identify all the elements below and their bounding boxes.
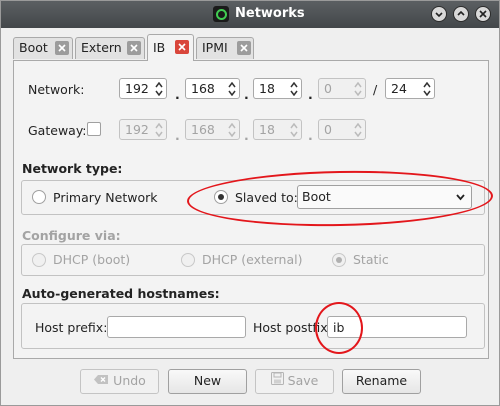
close-icon[interactable] [475,6,491,22]
gateway-octet-3: 18 [253,119,302,140]
hostnames-heading: Auto-generated hostnames: [22,286,220,301]
octet-value: 168 [191,81,215,96]
network-octet-3[interactable]: 18 [253,78,302,99]
maximize-icon[interactable] [453,6,469,22]
network-label: Network: [28,82,85,97]
octet-value: 192 [125,122,149,137]
slaved-to-radio[interactable] [214,190,228,204]
tab-extern[interactable]: Extern [75,37,145,59]
rename-button[interactable]: Rename [342,369,421,394]
host-postfix-label: Host postfix [253,320,328,335]
tab-ipmi[interactable]: IPMI [196,37,254,59]
network-octet-4: 0 [318,78,366,99]
network-type-heading: Network type: [22,161,123,176]
spin-arrows-icon[interactable] [155,82,163,96]
gateway-octet-4: 0 [318,119,366,140]
static-label: Static [353,252,389,267]
tab-ib[interactable]: IB [147,34,194,61]
octet-separator: . [244,87,249,102]
slaved-to-label[interactable]: Slaved to: [235,190,298,205]
octet-value: 0 [324,122,332,137]
spin-arrows-icon[interactable] [290,82,298,96]
undo-button: Undo [80,369,159,394]
spin-arrows-icon [354,123,362,137]
gateway-octet-2: 168 [185,119,240,140]
dhcp-boot-label: DHCP (boot) [53,252,131,267]
network-octet-2[interactable]: 168 [185,78,240,99]
tab-boot[interactable]: Boot [13,37,73,59]
primary-network-label[interactable]: Primary Network [53,190,157,205]
mask-value: 24 [391,81,407,96]
tab-label: IB [153,40,166,55]
spin-arrows-icon [228,123,236,137]
spin-arrows-icon [290,123,298,137]
rename-label: Rename [355,373,408,388]
minimize-icon[interactable] [431,6,447,22]
tab-label: IPMI [202,40,228,55]
slaved-to-select[interactable]: Boot [297,185,472,209]
gateway-octet-1: 192 [119,119,167,140]
octet-separator: . [308,87,313,102]
new-label: New [193,373,222,388]
configure-via-heading: Configure via: [22,228,121,243]
qt-app-icon [213,6,229,22]
spin-arrows-icon [354,82,362,96]
dhcp-external-label: DHCP (external) [202,252,303,267]
spin-arrows-icon [155,123,163,137]
octet-separator: . [244,128,249,143]
octet-value: 18 [259,81,275,96]
new-button[interactable]: New [168,369,247,394]
save-icon [270,370,284,392]
octet-value: 18 [259,122,275,137]
backspace-icon [93,370,109,392]
tab-close-icon[interactable] [55,41,69,55]
save-label: Save [287,373,319,388]
octet-separator: . [175,128,180,143]
host-prefix-label: Host prefix: [35,320,108,335]
network-octet-1[interactable]: 192 [119,78,167,99]
mask-slash: / [373,82,378,97]
slaved-to-value: Boot [302,189,331,204]
host-prefix-input[interactable] [107,316,246,338]
gateway-checkbox[interactable] [87,122,101,136]
octet-value: 168 [191,122,215,137]
octet-separator: . [175,87,180,102]
gateway-label: Gateway: [28,123,87,138]
host-postfix-value: ib [333,320,345,335]
dhcp-boot-radio [32,253,46,267]
host-postfix-input[interactable]: ib [327,316,467,338]
tab-close-icon[interactable] [237,41,251,55]
window-title: Networks [235,6,305,21]
tab-label: Boot [19,40,48,55]
title-bar[interactable]: Networks [1,1,499,28]
spin-arrows-icon[interactable] [228,82,236,96]
spin-arrows-icon[interactable] [423,82,431,96]
network-mask[interactable]: 24 [385,78,435,99]
tab-label: Extern [81,40,122,55]
octet-value: 192 [125,81,149,96]
tab-close-icon[interactable] [127,41,141,55]
networks-window: Networks Boot Extern IB IPMI Network: 19… [0,0,500,406]
undo-label: Undo [113,373,146,388]
static-radio [332,253,346,267]
octet-separator: . [308,128,313,143]
tab-close-icon[interactable] [175,40,189,54]
dhcp-external-radio [181,253,195,267]
chevron-down-icon [456,194,465,201]
octet-value: 0 [324,81,332,96]
primary-network-radio[interactable] [32,190,46,204]
save-button: Save [255,369,334,394]
